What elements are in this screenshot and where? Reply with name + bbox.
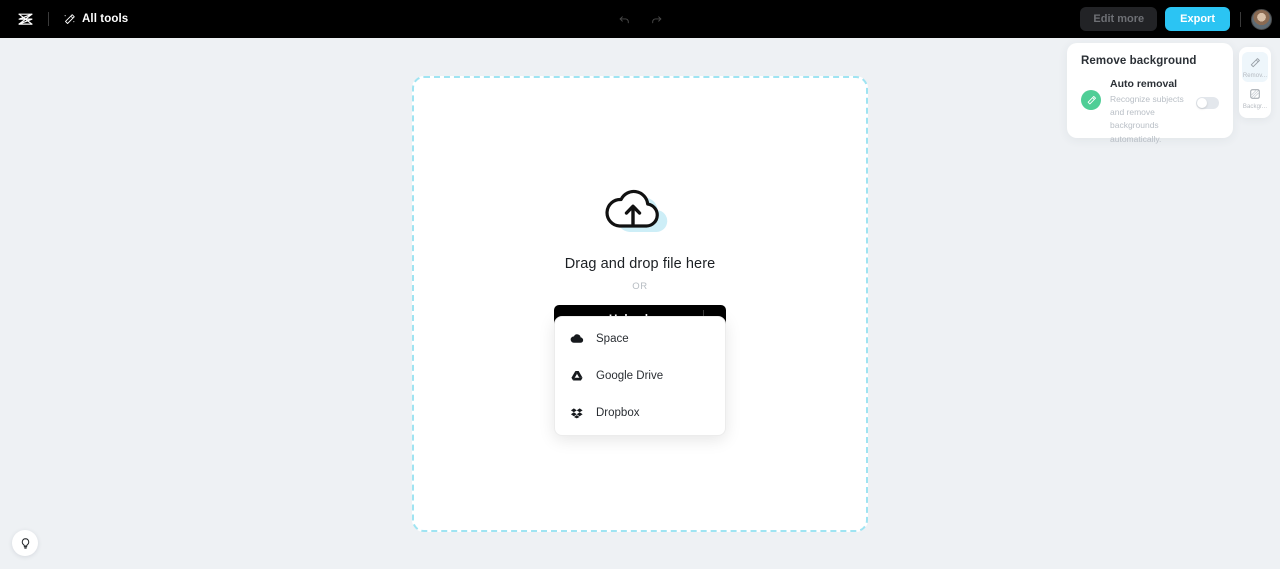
top-bar-left: All tools (0, 4, 134, 34)
remove-background-panel: Remove background Auto removal Recognize… (1067, 43, 1233, 144)
cloud-icon (569, 332, 584, 346)
dropbox-icon (569, 406, 584, 420)
magic-wand-icon (64, 13, 75, 24)
menu-item-dropbox-label: Dropbox (596, 407, 640, 419)
toggle-knob (1197, 98, 1207, 108)
edit-more-button[interactable]: Edit more (1080, 7, 1158, 31)
cloud-upload-icon (605, 189, 659, 228)
top-bar-right: Edit more Export (1080, 0, 1272, 38)
auto-removal-row: Auto removal Recognize subjects and remo… (1081, 78, 1219, 146)
dropzone-content: Drag and drop file here OR Upload (414, 186, 866, 335)
google-drive-icon (569, 369, 584, 383)
undo-button[interactable] (613, 8, 635, 30)
tips-button[interactable] (12, 530, 38, 556)
capcut-logo-icon (18, 13, 32, 25)
magic-wand-icon (1087, 95, 1096, 104)
rail-item-background[interactable]: Backgr... (1242, 83, 1268, 113)
menu-item-google-drive[interactable]: Google Drive (555, 362, 725, 390)
auto-removal-texts: Auto removal Recognize subjects and remo… (1110, 78, 1219, 146)
checker-square-icon (1249, 87, 1261, 101)
all-tools-label: All tools (82, 13, 129, 25)
undo-icon (619, 15, 629, 23)
menu-item-space[interactable]: Space (555, 325, 725, 353)
upload-source-menu: Space Google Drive Dropbox (554, 316, 726, 436)
auto-removal-badge (1081, 90, 1101, 110)
menu-item-dropbox[interactable]: Dropbox (555, 399, 725, 427)
auto-removal-toggle[interactable] (1196, 97, 1219, 109)
rail-item-background-label: Backgr... (1242, 104, 1268, 110)
toolbar-divider (48, 12, 49, 26)
auto-removal-title: Auto removal (1110, 78, 1178, 90)
export-button[interactable]: Export (1165, 7, 1230, 31)
panel-title: Remove background (1081, 55, 1197, 67)
toolbar-divider-right (1240, 11, 1241, 27)
all-tools-button[interactable]: All tools (57, 9, 134, 30)
dropzone-or-label: OR (632, 281, 648, 292)
lightbulb-icon (21, 537, 29, 549)
menu-item-google-drive-label: Google Drive (596, 370, 664, 382)
menu-item-space-label: Space (596, 333, 629, 345)
dropzone-title: Drag and drop file here (564, 256, 716, 272)
file-dropzone[interactable]: Drag and drop file here OR Upload (412, 76, 868, 532)
magic-wand-icon (1249, 56, 1261, 70)
redo-icon (651, 15, 661, 23)
redo-button[interactable] (645, 8, 667, 30)
history-controls (613, 0, 667, 38)
capcut-logo[interactable] (10, 4, 40, 34)
top-bar: All tools Edit more Export (0, 0, 1280, 38)
avatar[interactable] (1251, 8, 1272, 30)
rail-item-remove-background-label: Remov... (1242, 73, 1268, 79)
rail-item-remove-background[interactable]: Remov... (1242, 52, 1268, 82)
upload-cloud-illustration (603, 186, 677, 242)
auto-removal-description: Recognize subjects and remove background… (1110, 94, 1184, 144)
tool-rail: Remov... Backgr... (1239, 47, 1271, 118)
